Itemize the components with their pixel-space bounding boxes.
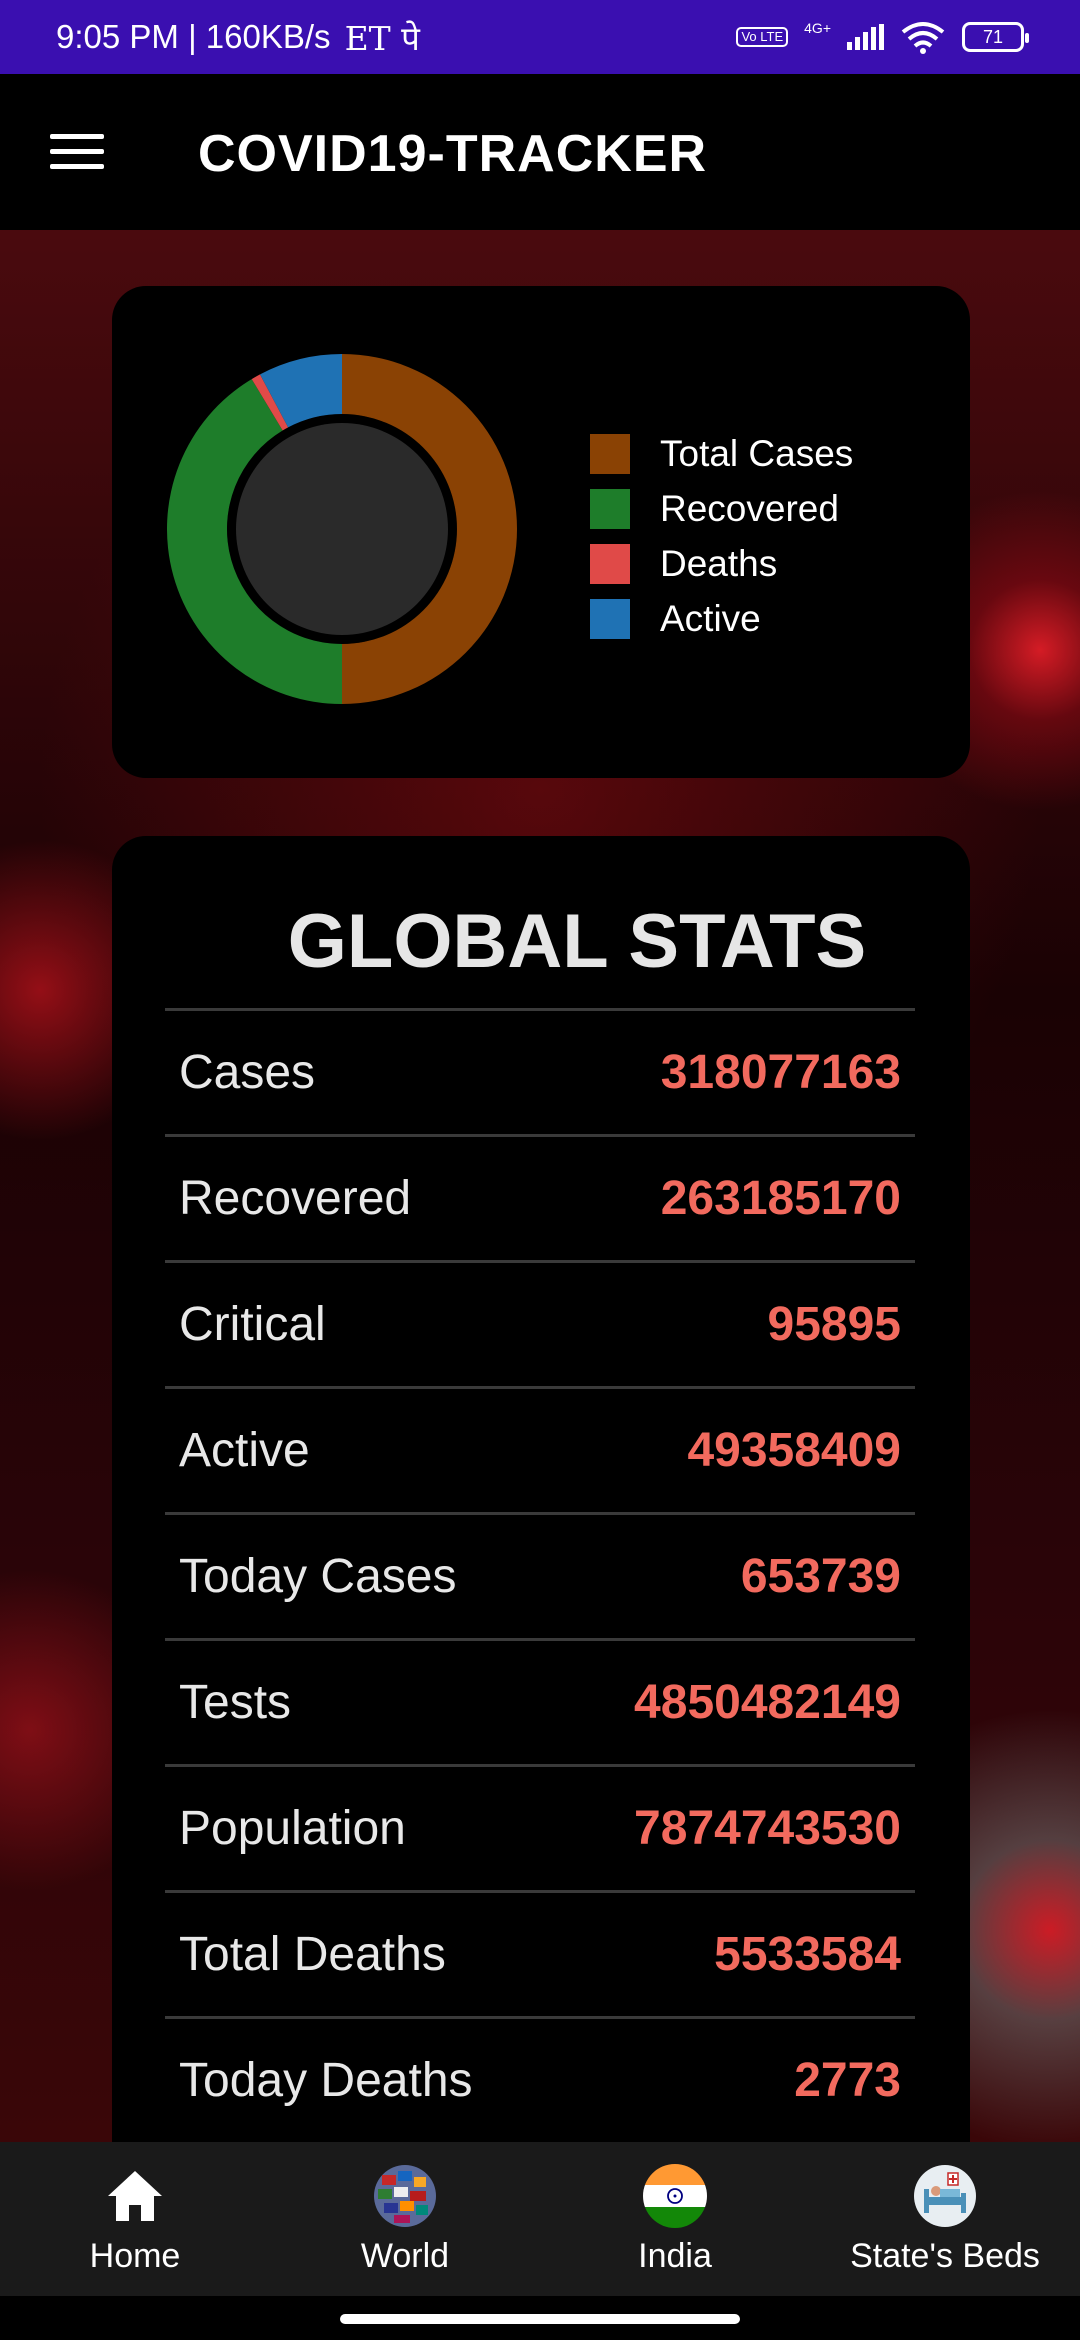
stat-label: Today Cases xyxy=(179,1550,457,1603)
stat-label: Tests xyxy=(179,1676,292,1729)
stat-row: Critical 95895 xyxy=(165,1260,915,1386)
legend-swatch xyxy=(590,433,630,474)
legend-label: Active xyxy=(660,597,761,639)
stat-value: 263185170 xyxy=(660,1172,901,1225)
nav-label: India xyxy=(638,2236,712,2275)
stat-value: 49358409 xyxy=(687,1424,901,1477)
stat-label: Critical xyxy=(179,1298,326,1351)
stat-row: Today Deaths 2773 xyxy=(165,2016,915,2142)
stat-label: Today Deaths xyxy=(179,2054,473,2107)
donut-chart xyxy=(167,354,517,704)
legend-item: Recovered xyxy=(590,481,853,536)
legend-label: Recovered xyxy=(660,487,839,529)
legend-label: Total Cases xyxy=(660,432,854,474)
status-bar: 9:05 PM | 160KB/s ET पे Vo LTE 4G+ 71 xyxy=(0,0,1080,74)
stat-row: Total Deaths 5533584 xyxy=(165,1890,915,2016)
global-stats-card: GLOBAL STATS Cases 318077163 Recovered 2631… xyxy=(112,836,970,2142)
signal-icon xyxy=(847,24,884,50)
app-title: COVID19-TRACKER xyxy=(198,125,708,183)
legend-swatch xyxy=(590,488,630,529)
india-flag-icon xyxy=(643,2163,707,2228)
globe-flags-icon xyxy=(374,2164,436,2227)
stat-value: 7874743530 xyxy=(634,1802,901,1855)
legend-item: Total Cases xyxy=(590,426,853,481)
battery-icon: 71 xyxy=(962,22,1029,52)
nav-india[interactable]: India xyxy=(540,2142,810,2296)
screen: 9:05 PM | 160KB/s ET पे Vo LTE 4G+ 71 CO… xyxy=(0,0,1080,2340)
gesture-bar xyxy=(0,2296,1080,2340)
status-right: Vo LTE 4G+ 71 xyxy=(736,20,1029,54)
stat-value: 2773 xyxy=(794,2054,901,2107)
chart-card: Total Cases Recovered Deaths Active xyxy=(112,286,970,778)
donut-hole xyxy=(236,423,448,635)
status-app-marks: ET पे xyxy=(344,18,420,58)
hospital-bed-icon xyxy=(914,2164,976,2227)
stat-value: 95895 xyxy=(767,1298,901,1351)
legend-label: Deaths xyxy=(660,542,778,584)
nav-label: World xyxy=(360,2236,450,2275)
stat-value: 653739 xyxy=(740,1550,901,1603)
stat-row: Population 7874743530 xyxy=(165,1764,915,1890)
stat-row: Cases 318077163 xyxy=(165,1008,915,1134)
legend-item: Deaths xyxy=(590,536,853,591)
stats-title: GLOBAL STATS xyxy=(287,899,867,984)
network-type: 4G+ xyxy=(804,20,831,36)
legend-swatch xyxy=(590,543,630,584)
hamburger-menu-icon[interactable] xyxy=(50,134,104,174)
stat-value: 318077163 xyxy=(660,1046,901,1099)
stat-row: Recovered 263185170 xyxy=(165,1134,915,1260)
stats-list: Cases 318077163 Recovered 263185170 Critical… xyxy=(165,1008,915,2142)
status-time: 9:05 PM | 160KB/s xyxy=(56,18,331,55)
stat-label: Population xyxy=(179,1802,406,1855)
stat-label: Recovered xyxy=(179,1172,412,1225)
app-bar: COVID19-TRACKER xyxy=(0,74,1080,230)
wifi-icon xyxy=(901,22,945,54)
nav-world[interactable]: World xyxy=(270,2142,540,2296)
stat-row: Tests 4850482149 xyxy=(165,1638,915,1764)
stat-label: Cases xyxy=(179,1046,316,1099)
stat-value: 5533584 xyxy=(714,1928,901,1981)
home-icon xyxy=(108,2170,162,2221)
bottom-nav: Home World India State's Beds xyxy=(0,2142,1080,2296)
stat-row: Today Cases 653739 xyxy=(165,1512,915,1638)
chart-legend: Total Cases Recovered Deaths Active xyxy=(590,426,853,646)
volte-icon: Vo LTE xyxy=(736,27,789,47)
nav-state-beds[interactable]: State's Beds xyxy=(810,2142,1080,2296)
home-indicator[interactable] xyxy=(340,2314,740,2324)
stat-label: Total Deaths xyxy=(179,1928,446,1981)
nav-label: Home xyxy=(89,2236,181,2275)
status-left: 9:05 PM | 160KB/s ET पे xyxy=(56,15,420,60)
stat-row: Active 49358409 xyxy=(165,1386,915,1512)
legend-swatch xyxy=(590,598,630,639)
stat-value: 4850482149 xyxy=(634,1676,901,1729)
nav-home[interactable]: Home xyxy=(0,2142,270,2296)
battery-level: 71 xyxy=(982,26,1004,47)
legend-item: Active xyxy=(590,591,853,646)
nav-label: State's Beds xyxy=(850,2236,1040,2275)
stat-label: Active xyxy=(179,1424,310,1477)
